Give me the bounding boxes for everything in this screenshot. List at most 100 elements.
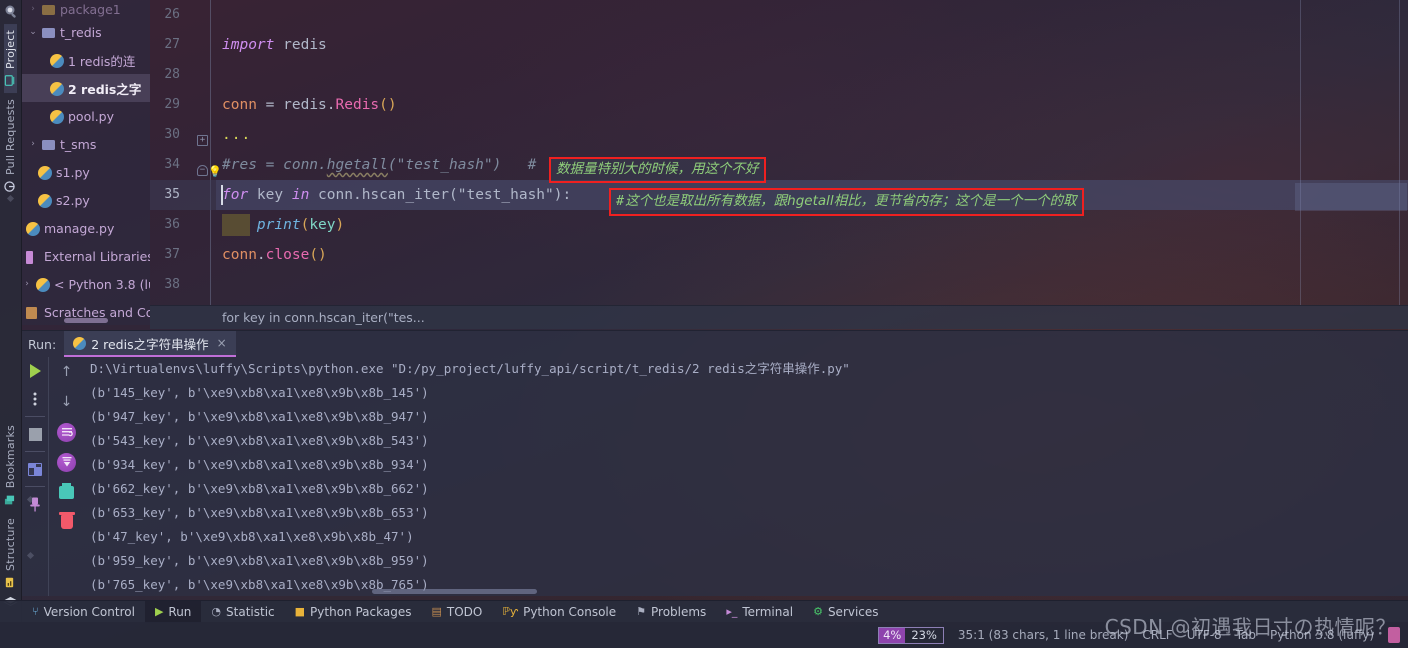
tree-item-manage-py[interactable]: manage.py — [22, 214, 150, 242]
line-number-current: 35 — [150, 180, 216, 210]
chevron-right-icon[interactable]: › — [28, 4, 38, 14]
tree-item-t-redis[interactable]: ⌄ t_redis — [22, 18, 150, 46]
bottom-item-terminal[interactable]: ▸_ Terminal — [716, 601, 803, 623]
bottom-item-version-control[interactable]: ⑂ Version Control — [22, 601, 145, 623]
print-button[interactable] — [49, 477, 85, 507]
tree-item-s2-py[interactable]: s2.py — [22, 186, 150, 214]
indent-setting[interactable]: Tab — [1236, 628, 1256, 642]
rerun-button[interactable] — [22, 357, 48, 385]
bottom-item-python-console[interactable]: ℙƴ Python Console — [492, 601, 626, 623]
bottom-item-python-packages[interactable]: ■ Python Packages — [285, 601, 422, 623]
bottom-item-statistic[interactable]: ◔ Statistic — [201, 601, 284, 623]
clear-all-button[interactable] — [49, 507, 85, 537]
bottom-item-services[interactable]: ⚙ Services — [803, 601, 888, 623]
memory-total-value: 23% — [911, 628, 937, 642]
scroll-to-end-button[interactable] — [49, 447, 85, 477]
sidebar-tab-bookmarks[interactable]: Bookmarks — [4, 419, 17, 512]
tree-item-package1[interactable]: › package1 — [22, 0, 150, 18]
editor-code-area[interactable]: import redis conn = redis.Redis() ... #r… — [208, 0, 1408, 305]
soft-wrap-button[interactable] — [49, 417, 85, 447]
line-separator[interactable]: CRLF — [1142, 628, 1172, 642]
console-horizontal-scrollbar[interactable] — [372, 589, 537, 594]
token-class-Redis: Redis — [335, 97, 380, 113]
annotation-text: 这个也是取出所有数据，跟hgetall相比，更节省内存；这个是一个一个的取 — [625, 193, 1077, 210]
memory-indicator[interactable]: 4% 23% — [878, 626, 944, 644]
editor-scroll-region[interactable] — [1295, 0, 1407, 305]
token-comment-trailing-hash: # — [501, 157, 546, 173]
run-toolbar-secondary: ↑ ↓ — [48, 357, 84, 596]
tree-item-label: 1 redis的连 — [68, 53, 136, 69]
pin-tab-button[interactable] — [22, 490, 48, 518]
editor-gutter[interactable]: 26 27 28 29 30 34 35 36 37 38 + − — [150, 0, 216, 305]
ide-window: Project Pull Requests Bookmarks Structur… — [0, 0, 1408, 648]
line-number: 36 — [164, 217, 180, 232]
project-tree-horizontal-scrollbar[interactable] — [64, 318, 108, 323]
line-number: 38 — [164, 277, 180, 292]
bottom-item-label: Python Console — [523, 604, 617, 619]
more-options-button[interactable] — [22, 385, 48, 413]
code-line-27[interactable]: import redis — [216, 30, 1408, 60]
caret-position[interactable]: 35:1 (83 chars, 1 line break) — [958, 628, 1128, 642]
tree-item-label: manage.py — [44, 220, 115, 236]
chevron-down-icon[interactable]: ⌄ — [28, 27, 38, 37]
fold-expand-icon[interactable]: + — [197, 135, 208, 146]
run-console-output[interactable]: D:\Virtualenvs\luffy\Scripts\python.exe … — [84, 357, 1408, 596]
python-file-icon — [50, 81, 64, 96]
tree-item-redis-2-selected[interactable]: 2 redis之字 — [22, 74, 150, 102]
tree-item-label: s2.py — [56, 192, 90, 208]
code-line-38[interactable] — [216, 270, 1408, 300]
tree-item-external-libraries[interactable]: External Libraries — [22, 242, 150, 270]
code-line-29[interactable]: conn = redis.Redis() — [216, 90, 1408, 120]
scroll-up-button[interactable]: ↑ — [49, 357, 85, 387]
tree-item-t-sms[interactable]: › t_sms — [22, 130, 150, 158]
intention-bulb-icon[interactable]: 💡 — [208, 166, 222, 178]
close-icon[interactable]: × — [217, 336, 227, 350]
status-bar: 4% 23% 35:1 (83 chars, 1 line break) CRL… — [0, 622, 1408, 648]
token-builtin-print: print — [256, 217, 301, 233]
folded-region-placeholder[interactable]: ... — [222, 127, 251, 143]
code-line-26[interactable] — [216, 0, 1408, 30]
notification-icon[interactable] — [1388, 627, 1400, 643]
code-line-28[interactable] — [216, 60, 1408, 90]
tree-item-python-sdk[interactable]: › < Python 3.8 (luff — [22, 270, 150, 298]
tree-item-redis-1[interactable]: 1 redis的连 — [22, 46, 150, 74]
scroll-down-button[interactable]: ↓ — [49, 387, 85, 417]
tree-item-label: 2 redis之字 — [68, 81, 142, 97]
toolbar-divider — [25, 486, 45, 487]
python-console-icon: ℙƴ — [502, 605, 519, 618]
fold-collapse-icon[interactable]: − — [197, 165, 208, 176]
console-line: (b'145_key', b'\xe9\xb8\xa1\xe8\x9b\x8b_… — [90, 385, 429, 400]
code-line-37[interactable]: conn.close() — [216, 240, 1408, 270]
code-editor[interactable]: 26 27 28 29 30 34 35 36 37 38 + − import… — [150, 0, 1408, 305]
token-module-redis: redis — [283, 37, 327, 53]
bottom-item-run[interactable]: ▶ Run — [144, 600, 202, 623]
soft-wrap-icon — [57, 422, 76, 442]
chevron-right-icon[interactable]: › — [22, 279, 32, 289]
project-tree-panel[interactable]: › package1 ⌄ t_redis 1 redis的连 2 redis之字… — [22, 0, 150, 325]
chevron-right-icon[interactable]: › — [28, 139, 38, 149]
code-line-30-folded[interactable]: ... — [216, 120, 1408, 150]
bottom-item-todo[interactable]: ▤ TODO — [421, 601, 492, 623]
token-variable-conn: conn — [222, 97, 257, 113]
sidebar-tab-project[interactable]: Project — [4, 24, 17, 94]
printer-icon — [59, 482, 74, 499]
tree-item-pool-py[interactable]: pool.py — [22, 102, 150, 130]
bottom-item-problems[interactable]: ⚑ Problems — [626, 601, 716, 623]
sidebar-tab-pull-requests[interactable]: Pull Requests — [4, 93, 17, 199]
tree-item-s1-py[interactable]: s1.py — [22, 158, 150, 186]
bottom-item-label: Terminal — [742, 604, 794, 619]
breadcrumb[interactable]: for key in conn.hscan_iter("tes... — [150, 305, 1408, 329]
layout-button[interactable] — [22, 455, 48, 483]
stop-button[interactable] — [22, 420, 48, 448]
interpreter-selector[interactable]: Python 3.8 (luffy) — [1270, 628, 1374, 642]
code-line-34-comment[interactable]: #res = conn.hgetall("test_hash") # 💡 — [208, 150, 1408, 180]
console-line: D:\Virtualenvs\luffy\Scripts\python.exe … — [90, 361, 850, 376]
console-line: (b'47_key', b'\xe9\xb8\xa1\xe8\x9b\x8b_4… — [90, 529, 414, 544]
ide-logo-icon — [0, 0, 22, 24]
sidebar-tab-structure[interactable]: Structure — [4, 512, 17, 595]
line-number: 29 — [164, 97, 180, 112]
branch-icon: ⑂ — [32, 605, 39, 618]
file-encoding[interactable]: UTF-8 — [1187, 628, 1222, 642]
run-tab[interactable]: 2 redis之字符串操作 × — [64, 331, 236, 357]
